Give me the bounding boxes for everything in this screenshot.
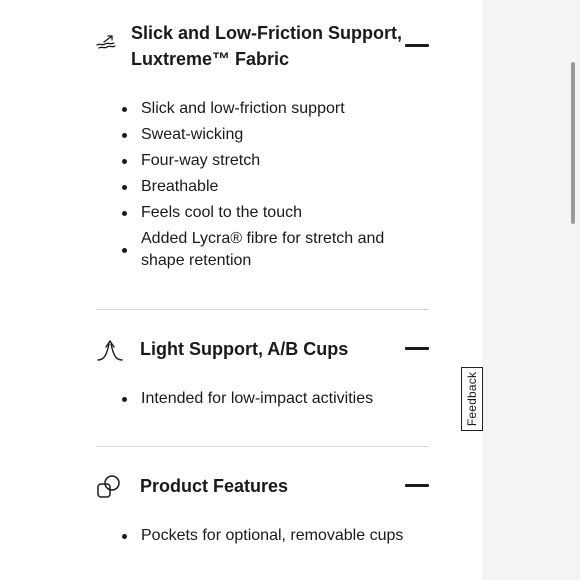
list-item: Feels cool to the touch [122,202,410,224]
section-title: Product Features [140,476,289,496]
feature-list: Slick and low-friction support Sweat-wic… [122,98,410,276]
minus-icon [405,347,429,350]
page-gutter [482,0,580,580]
section-title-line1: Slick and Low-Friction Support, [131,23,403,43]
feature-list: Pockets for optional, removable cups [122,525,410,551]
section-title: Light Support, A/B Cups [140,339,349,359]
light-support-icon [96,338,124,362]
divider [96,446,429,447]
list-item: Pockets for optional, removable cups [122,525,410,547]
collapse-button[interactable] [405,38,429,54]
divider [96,309,429,310]
list-item: Slick and low-friction support [122,98,410,120]
feedback-label: Feedback [465,371,479,427]
scrollbar[interactable] [570,0,576,580]
feedback-button[interactable]: Feedback [461,367,483,431]
product-features-icon [96,474,122,500]
collapse-button[interactable] [405,341,429,357]
feature-list: Intended for low-impact activities [122,388,410,414]
collapse-button[interactable] [405,478,429,494]
list-item: Intended for low-impact activities [122,388,410,410]
scrollbar-thumb[interactable] [571,62,575,224]
list-item: Sweat-wicking [122,124,410,146]
minus-icon [405,484,429,487]
list-item: Four-way stretch [122,150,410,172]
list-item: Breathable [122,176,410,198]
list-item: Added Lycra® fibre for stretch and shape… [122,228,410,272]
minus-icon [405,44,429,47]
fabric-wave-icon [96,34,116,50]
section-title-line2: Luxtreme™ Fabric [131,49,290,69]
